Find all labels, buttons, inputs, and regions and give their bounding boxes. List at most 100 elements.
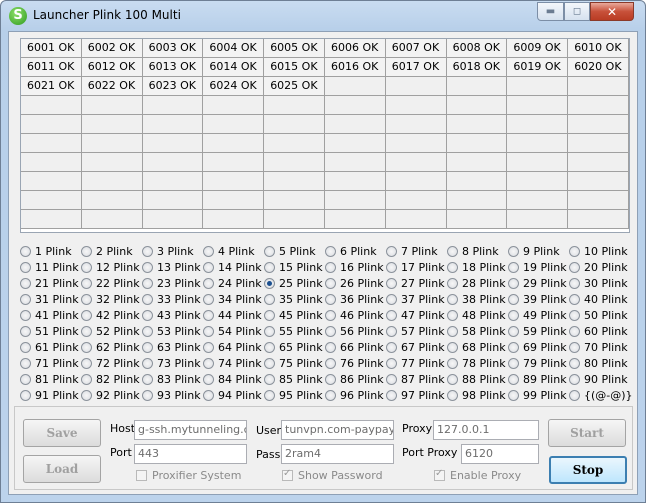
plink-radio-71[interactable]: 71 Plink	[20, 355, 81, 371]
plink-radio-40[interactable]: 40 Plink	[569, 291, 630, 307]
plink-radio-5[interactable]: 5 Plink	[264, 243, 325, 259]
proxifier-checkbox[interactable]: Proxifier System	[136, 469, 241, 482]
plink-radio-24[interactable]: 24 Plink	[203, 275, 264, 291]
maximize-button[interactable]: ◻	[564, 2, 590, 21]
plink-radio-7[interactable]: 7 Plink	[386, 243, 447, 259]
plink-radio-85[interactable]: 85 Plink	[264, 371, 325, 387]
plink-radio-45[interactable]: 45 Plink	[264, 307, 325, 323]
plink-radio-78[interactable]: 78 Plink	[447, 355, 508, 371]
plink-radio-94[interactable]: 94 Plink	[203, 387, 264, 403]
plink-radio-63[interactable]: 63 Plink	[142, 339, 203, 355]
plink-radio-34[interactable]: 34 Plink	[203, 291, 264, 307]
plink-radio-83[interactable]: 83 Plink	[142, 371, 203, 387]
proxy-input[interactable]: 127.0.0.1	[433, 420, 539, 440]
plink-radio-73[interactable]: 73 Plink	[142, 355, 203, 371]
plink-radio-72[interactable]: 72 Plink	[81, 355, 142, 371]
pass-input[interactable]: 2ram4	[281, 444, 394, 464]
plink-radio-2[interactable]: 2 Plink	[81, 243, 142, 259]
plink-radio-82[interactable]: 82 Plink	[81, 371, 142, 387]
plink-radio-53[interactable]: 53 Plink	[142, 323, 203, 339]
plink-radio-61[interactable]: 61 Plink	[20, 339, 81, 355]
plink-radio-14[interactable]: 14 Plink	[203, 259, 264, 275]
plink-radio-52[interactable]: 52 Plink	[81, 323, 142, 339]
plink-radio-68[interactable]: 68 Plink	[447, 339, 508, 355]
plink-radio-65[interactable]: 65 Plink	[264, 339, 325, 355]
plink-radio-4[interactable]: 4 Plink	[203, 243, 264, 259]
plink-radio-21[interactable]: 21 Plink	[20, 275, 81, 291]
plink-radio-80[interactable]: 80 Plink	[569, 355, 630, 371]
host-input[interactable]: g-ssh.mytunneling.com	[134, 420, 247, 440]
plink-radio-1[interactable]: 1 Plink	[20, 243, 81, 259]
plink-radio-10[interactable]: 10 Plink	[569, 243, 630, 259]
stop-button[interactable]: Stop	[549, 456, 627, 484]
plink-radio-88[interactable]: 88 Plink	[447, 371, 508, 387]
show-password-checkbox[interactable]: Show Password	[282, 468, 383, 482]
plink-radio-48[interactable]: 48 Plink	[447, 307, 508, 323]
plink-radio-76[interactable]: 76 Plink	[325, 355, 386, 371]
plink-radio-12[interactable]: 12 Plink	[81, 259, 142, 275]
plink-radio-36[interactable]: 36 Plink	[325, 291, 386, 307]
plink-radio-9[interactable]: 9 Plink	[508, 243, 569, 259]
plink-radio-18[interactable]: 18 Plink	[447, 259, 508, 275]
plink-radio-55[interactable]: 55 Plink	[264, 323, 325, 339]
plink-radio-96[interactable]: 96 Plink	[325, 387, 386, 403]
plink-radio-87[interactable]: 87 Plink	[386, 371, 447, 387]
plink-radio-35[interactable]: 35 Plink	[264, 291, 325, 307]
plink-radio-60[interactable]: 60 Plink	[569, 323, 630, 339]
plink-radio-50[interactable]: 50 Plink	[569, 307, 630, 323]
plink-radio-91[interactable]: 91 Plink	[20, 387, 81, 403]
plink-radio-62[interactable]: 62 Plink	[81, 339, 142, 355]
plink-radio-59[interactable]: 59 Plink	[508, 323, 569, 339]
plink-radio-37[interactable]: 37 Plink	[386, 291, 447, 307]
plink-radio-20[interactable]: 20 Plink	[569, 259, 630, 275]
plink-radio-92[interactable]: 92 Plink	[81, 387, 142, 403]
plink-radio-69[interactable]: 69 Plink	[508, 339, 569, 355]
plink-radio-74[interactable]: 74 Plink	[203, 355, 264, 371]
plink-radio-8[interactable]: 8 Plink	[447, 243, 508, 259]
plink-radio-58[interactable]: 58 Plink	[447, 323, 508, 339]
plink-radio-64[interactable]: 64 Plink	[203, 339, 264, 355]
plink-radio-77[interactable]: 77 Plink	[386, 355, 447, 371]
plink-radio-33[interactable]: 33 Plink	[142, 291, 203, 307]
plink-radio-46[interactable]: 46 Plink	[325, 307, 386, 323]
plink-radio-25[interactable]: 25 Plink	[264, 275, 325, 291]
plink-radio-70[interactable]: 70 Plink	[569, 339, 630, 355]
plink-radio-98[interactable]: 98 Plink	[447, 387, 508, 403]
plink-radio-6[interactable]: 6 Plink	[325, 243, 386, 259]
enable-proxy-checkbox[interactable]: Enable Proxy	[434, 468, 521, 482]
plink-radio-41[interactable]: 41 Plink	[20, 307, 81, 323]
proxy-port-input[interactable]: 6120	[461, 444, 539, 464]
title-bar[interactable]: S Launcher Plink 100 Multi ▬ ◻ ✕	[1, 1, 645, 31]
plink-radio-66[interactable]: 66 Plink	[325, 339, 386, 355]
plink-radio-44[interactable]: 44 Plink	[203, 307, 264, 323]
plink-radio-42[interactable]: 42 Plink	[81, 307, 142, 323]
plink-radio-75[interactable]: 75 Plink	[264, 355, 325, 371]
plink-radio-47[interactable]: 47 Plink	[386, 307, 447, 323]
plink-radio-79[interactable]: 79 Plink	[508, 355, 569, 371]
plink-radio-90[interactable]: 90 Plink	[569, 371, 630, 387]
plink-radio-57[interactable]: 57 Plink	[386, 323, 447, 339]
start-button[interactable]: Start	[548, 419, 626, 447]
close-button[interactable]: ✕	[590, 2, 634, 21]
plink-radio-22[interactable]: 22 Plink	[81, 275, 142, 291]
plink-radio-95[interactable]: 95 Plink	[264, 387, 325, 403]
plink-radio-38[interactable]: 38 Plink	[447, 291, 508, 307]
plink-radio-97[interactable]: 97 Plink	[386, 387, 447, 403]
save-button[interactable]: Save	[23, 419, 101, 447]
port-input[interactable]: 443	[134, 444, 247, 464]
minimize-button[interactable]: ▬	[537, 2, 564, 21]
plink-radio-28[interactable]: 28 Plink	[447, 275, 508, 291]
plink-radio-16[interactable]: 16 Plink	[325, 259, 386, 275]
plink-radio-51[interactable]: 51 Plink	[20, 323, 81, 339]
plink-radio-27[interactable]: 27 Plink	[386, 275, 447, 291]
plink-radio-89[interactable]: 89 Plink	[508, 371, 569, 387]
load-button[interactable]: Load	[23, 455, 101, 483]
plink-radio-32[interactable]: 32 Plink	[81, 291, 142, 307]
plink-radio-23[interactable]: 23 Plink	[142, 275, 203, 291]
plink-radio-84[interactable]: 84 Plink	[203, 371, 264, 387]
plink-radio-86[interactable]: 86 Plink	[325, 371, 386, 387]
plink-radio-11[interactable]: 11 Plink	[20, 259, 81, 275]
plink-radio-56[interactable]: 56 Plink	[325, 323, 386, 339]
plink-radio-81[interactable]: 81 Plink	[20, 371, 81, 387]
plink-radio-31[interactable]: 31 Plink	[20, 291, 81, 307]
